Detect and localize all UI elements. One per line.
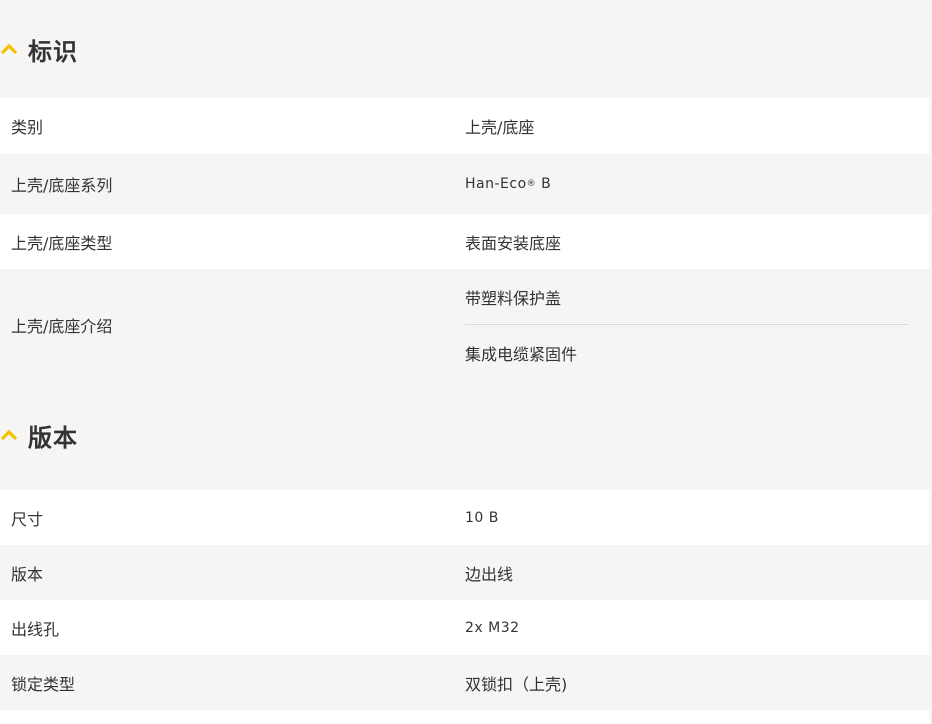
table-row: 上壳/底座类型 表面安装底座 bbox=[0, 214, 930, 269]
row-label: 类别 bbox=[11, 118, 44, 137]
row-value-cell: 10 B bbox=[465, 490, 930, 545]
section-identification: 标识 类别 上壳/底座 上壳/底座系列 Han-Eco ® B 上壳/底座类型 表… bbox=[0, 0, 932, 380]
chevron-up-icon bbox=[0, 429, 18, 441]
table-row: 版本 边出线 bbox=[0, 545, 930, 600]
row-value-cell: 带塑料保护盖 集成电缆紧固件 bbox=[465, 269, 930, 380]
row-value: Han-Eco ® B bbox=[465, 176, 552, 192]
row-value: 上壳/底座 bbox=[465, 118, 535, 137]
row-label: 出线孔 bbox=[11, 619, 60, 639]
row-value: 10 B bbox=[465, 509, 499, 526]
row-value-cell: Han-Eco ® B bbox=[465, 154, 930, 214]
table-row: 上壳/底座介绍 带塑料保护盖 集成电缆紧固件 bbox=[0, 269, 930, 380]
table-row: 上壳/底座系列 Han-Eco ® B bbox=[0, 154, 930, 214]
row-value-cell: 2x M32 bbox=[465, 600, 930, 655]
row-value-cell: 双锁扣（上壳) bbox=[465, 655, 930, 710]
section-title: 标识 bbox=[28, 37, 78, 66]
row-value-cell: 边出线 bbox=[465, 545, 930, 600]
row-value: 2x M32 bbox=[465, 619, 520, 636]
series-suffix: B bbox=[541, 176, 552, 192]
row-value: 集成电缆紧固件 bbox=[465, 344, 578, 364]
row-label: 上壳/底座介绍 bbox=[11, 316, 113, 336]
section-header-version[interactable]: 版本 bbox=[0, 380, 932, 490]
series-name: Han-Eco bbox=[465, 176, 527, 192]
table-row-partial bbox=[0, 710, 930, 724]
table-row: 尺寸 10 B bbox=[0, 490, 930, 545]
row-value-cell: 表面安装底座 bbox=[465, 214, 930, 269]
section-version: 版本 尺寸 10 B 版本 边出线 出线孔 2x M32 锁定类型 双锁扣（上壳… bbox=[0, 380, 932, 724]
section-title: 版本 bbox=[28, 423, 78, 452]
row-label: 锁定类型 bbox=[11, 674, 76, 694]
row-value: 表面安装底座 bbox=[465, 233, 562, 253]
row-value: 双锁扣（上壳) bbox=[465, 674, 568, 694]
row-label: 版本 bbox=[11, 564, 44, 584]
row-value: 带塑料保护盖 bbox=[465, 288, 562, 308]
table-row: 出线孔 2x M32 bbox=[0, 600, 930, 655]
table-row: 类别 上壳/底座 bbox=[0, 98, 930, 154]
section-header-identification[interactable]: 标识 bbox=[0, 0, 932, 98]
row-label: 上壳/底座类型 bbox=[11, 233, 113, 253]
row-label: 尺寸 bbox=[11, 509, 44, 529]
table-row: 锁定类型 双锁扣（上壳) bbox=[0, 655, 930, 710]
row-label: 上壳/底座系列 bbox=[11, 176, 113, 195]
chevron-up-icon bbox=[0, 43, 18, 55]
row-value: 边出线 bbox=[465, 564, 514, 584]
row-value-cell: 上壳/底座 bbox=[465, 98, 930, 154]
